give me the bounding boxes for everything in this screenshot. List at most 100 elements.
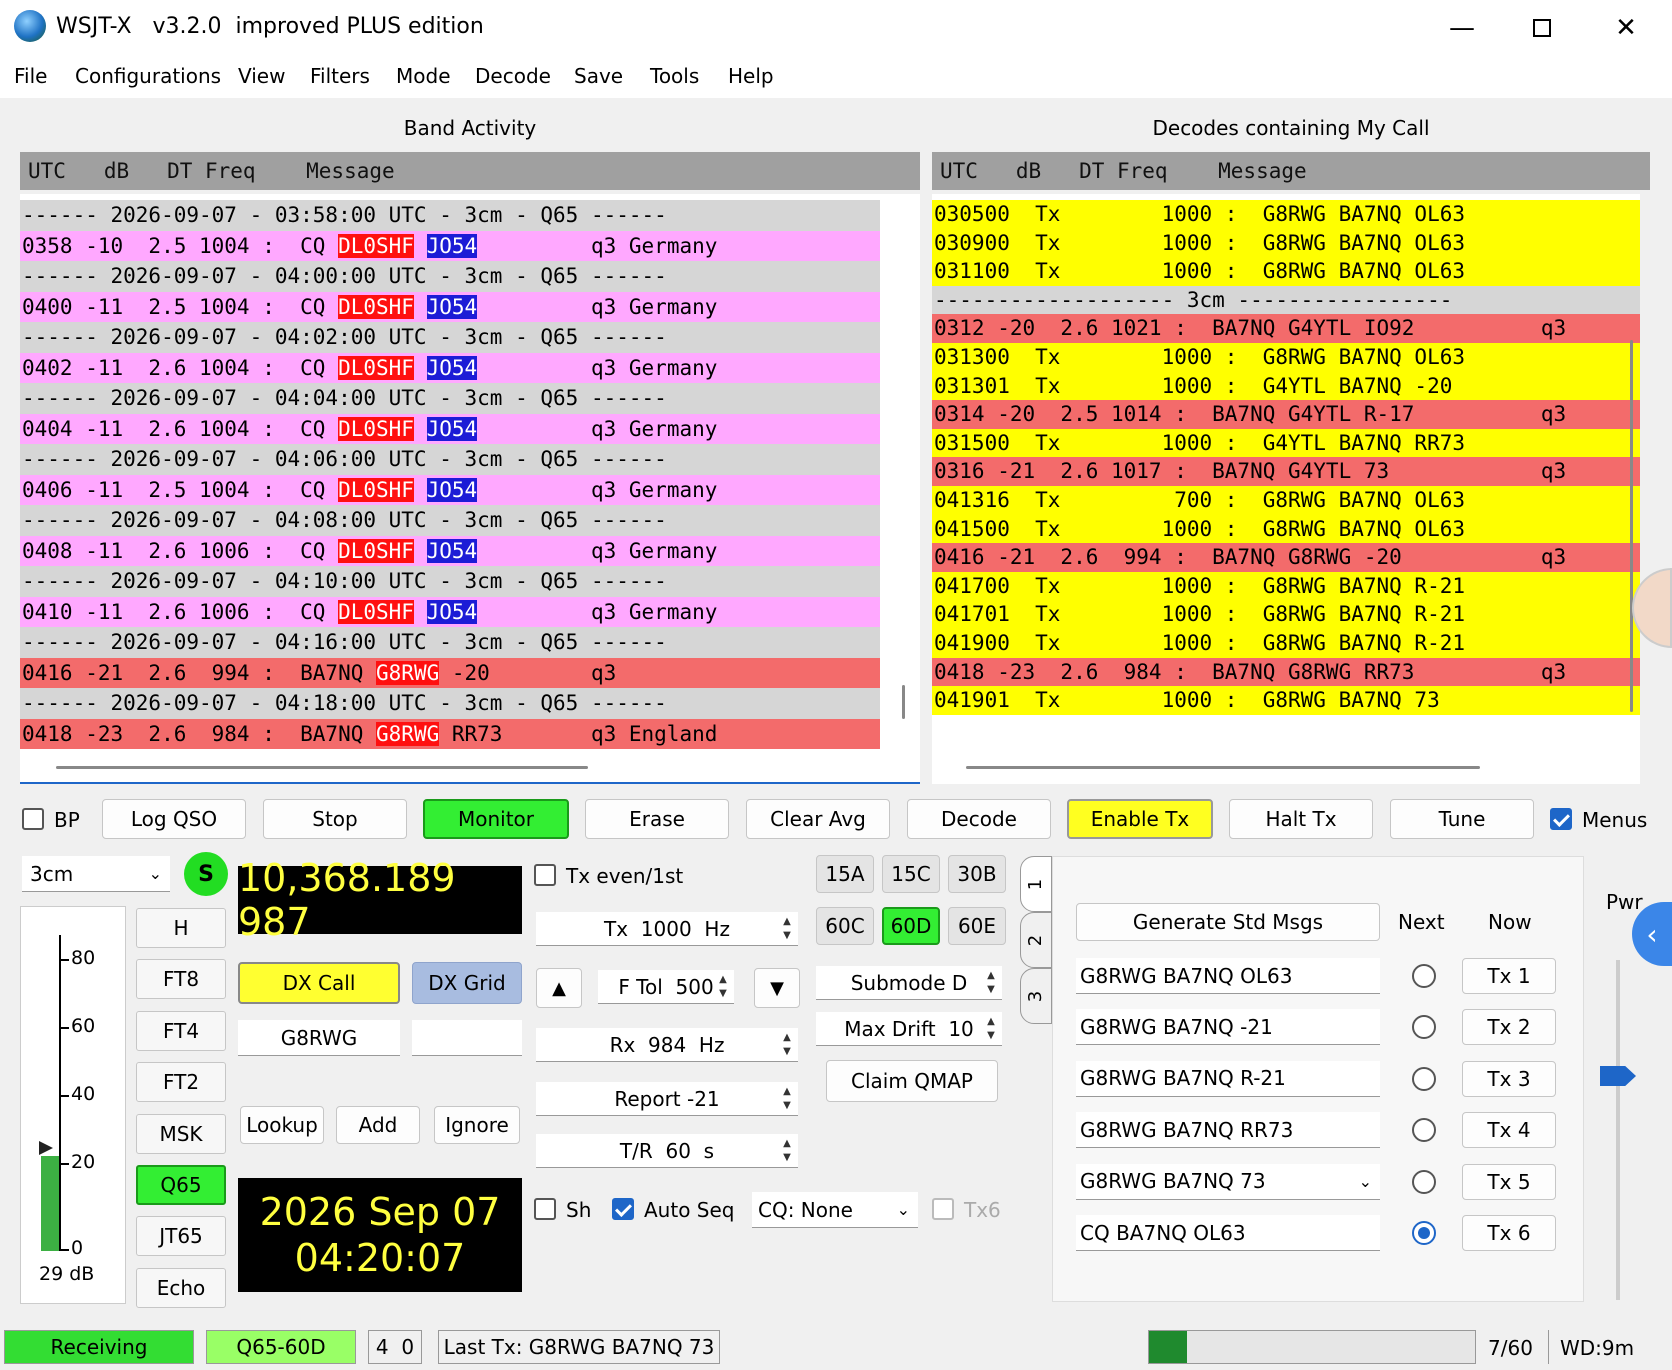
spin-arrows-icon[interactable]: ▲ ▼ bbox=[778, 912, 796, 945]
halt-tx-button[interactable]: Halt Tx bbox=[1229, 799, 1373, 839]
highlighted-callsign[interactable]: DL0SHF bbox=[338, 538, 414, 563]
band-activity-hscroll[interactable] bbox=[56, 766, 588, 769]
band-activity-vscroll[interactable] bbox=[902, 685, 905, 719]
my-call-list[interactable]: 030500 Tx 1000 : G8RWG BA7NQ OL63 030900 … bbox=[932, 194, 1640, 784]
my-call-row[interactable]: 031500 Tx 1000 : G4YTL BA7NQ RR73 bbox=[932, 428, 1640, 458]
s-meter-button[interactable]: S bbox=[184, 852, 228, 896]
tx6-next-radio[interactable] bbox=[1412, 1221, 1436, 1245]
spin-arrows-icon[interactable]: ▲ ▼ bbox=[778, 1134, 796, 1167]
mode-button-msk[interactable]: MSK bbox=[136, 1113, 226, 1154]
tx6-message-field[interactable]: CQ BA7NQ OL63 bbox=[1076, 1215, 1380, 1251]
tx1-now-button[interactable]: Tx 1 bbox=[1462, 958, 1556, 994]
tx5-next-radio[interactable] bbox=[1412, 1169, 1436, 1194]
mode-button-h[interactable]: H bbox=[136, 908, 226, 948]
band-decode-row[interactable]: 0406 -11 2.5 1004 : CQ DL0SHF JO54 q3 Ge… bbox=[20, 474, 880, 505]
menus-checkbox[interactable] bbox=[1550, 808, 1572, 830]
tx-to-rx-up-button[interactable]: ▲ bbox=[536, 968, 582, 1008]
tab-2[interactable]: 2 bbox=[1020, 912, 1052, 968]
dx-call-input[interactable]: G8RWG bbox=[238, 1020, 400, 1056]
highlighted-grid[interactable]: JO54 bbox=[426, 538, 478, 563]
tx-even-checkbox[interactable] bbox=[534, 864, 556, 886]
my-call-row[interactable]: 031300 Tx 1000 : G8RWG BA7NQ OL63 bbox=[932, 343, 1640, 372]
dx-grid-button[interactable]: DX Grid bbox=[412, 962, 522, 1004]
enable-tx-button[interactable]: Enable Tx bbox=[1067, 799, 1213, 839]
submode-button-60d[interactable]: 60D bbox=[882, 907, 940, 945]
band-separator-row[interactable]: ------ 2026-09-07 - 03:58:00 UTC - 3cm -… bbox=[20, 200, 880, 231]
tx4-message-field[interactable]: G8RWG BA7NQ RR73 bbox=[1076, 1112, 1380, 1149]
band-decode-row[interactable]: 0410 -11 2.6 1006 : CQ DL0SHF JO54 q3 Ge… bbox=[20, 596, 880, 627]
dx-grid-input[interactable] bbox=[412, 1020, 522, 1056]
mode-button-jt65[interactable]: JT65 bbox=[136, 1216, 226, 1257]
submode-button-60e[interactable]: 60E bbox=[948, 907, 1006, 945]
report-spinbox[interactable]: Report -21 ▲ ▼ bbox=[536, 1082, 798, 1116]
highlighted-callsign[interactable]: DL0SHF bbox=[338, 599, 414, 624]
mode-button-ft4[interactable]: FT4 bbox=[136, 1010, 226, 1051]
my-call-hscroll[interactable] bbox=[966, 766, 1480, 769]
log-qso-button[interactable]: Log QSO bbox=[102, 799, 246, 839]
my-call-row[interactable]: ------------------- 3cm ----------------… bbox=[932, 285, 1640, 315]
menu-mode[interactable]: Mode bbox=[396, 64, 451, 88]
band-decode-row[interactable]: 0416 -21 2.6 994 : BA7NQ G8RWG -20 q3 bbox=[20, 657, 880, 688]
tx3-next-radio[interactable] bbox=[1412, 1066, 1436, 1091]
highlighted-grid[interactable]: JO54 bbox=[426, 416, 478, 441]
menu-view[interactable]: View bbox=[238, 64, 285, 88]
rx-to-tx-down-button[interactable]: ▼ bbox=[754, 968, 800, 1008]
erase-button[interactable]: Erase bbox=[585, 799, 729, 839]
highlighted-callsign[interactable]: DL0SHF bbox=[338, 477, 414, 502]
highlighted-callsign[interactable]: DL0SHF bbox=[338, 233, 414, 258]
mode-button-ft2[interactable]: FT2 bbox=[136, 1062, 226, 1103]
band-select[interactable]: 3cm ⌄ bbox=[22, 856, 170, 892]
band-decode-row[interactable]: 0400 -11 2.5 1004 : CQ DL0SHF JO54 q3 Ge… bbox=[20, 291, 880, 322]
spin-arrows-icon[interactable]: ▲ ▼ bbox=[982, 1012, 1000, 1045]
submode-button-60c[interactable]: 60C bbox=[816, 907, 874, 945]
highlighted-callsign[interactable]: G8RWG bbox=[376, 660, 440, 685]
band-activity-list[interactable]: ------ 2026-09-07 - 03:58:00 UTC - 3cm -… bbox=[20, 194, 920, 784]
band-separator-row[interactable]: ------ 2026-09-07 - 04:16:00 UTC - 3cm -… bbox=[20, 627, 880, 658]
my-call-row[interactable]: 031301 Tx 1000 : G4YTL BA7NQ -20 bbox=[932, 371, 1640, 401]
tx4-now-button[interactable]: Tx 4 bbox=[1462, 1112, 1556, 1149]
my-call-row[interactable]: 041900 Tx 1000 : G8RWG BA7NQ R-21 bbox=[932, 629, 1640, 658]
band-separator-row[interactable]: ------ 2026-09-07 - 04:08:00 UTC - 3cm -… bbox=[20, 505, 880, 536]
highlighted-callsign[interactable]: DL0SHF bbox=[338, 416, 414, 441]
my-call-row[interactable]: 0314 -20 2.5 1014 : BA7NQ G4YTL R-17 q3 bbox=[932, 400, 1640, 429]
tx2-now-button[interactable]: Tx 2 bbox=[1462, 1009, 1556, 1046]
highlighted-grid[interactable]: JO54 bbox=[426, 294, 478, 319]
ftol-spinbox[interactable]: F Tol 500 ▲ ▼ bbox=[598, 970, 734, 1004]
band-separator-row[interactable]: ------ 2026-09-07 - 04:00:00 UTC - 3cm -… bbox=[20, 261, 880, 292]
highlighted-grid[interactable]: JO54 bbox=[426, 355, 478, 380]
tab-3[interactable]: 3 bbox=[1020, 968, 1052, 1024]
my-call-row[interactable]: 0312 -20 2.6 1021 : BA7NQ G4YTL IO92 q3 bbox=[932, 314, 1640, 343]
spin-arrows-icon[interactable]: ▲ ▼ bbox=[982, 966, 1000, 999]
dx-call-button[interactable]: DX Call bbox=[238, 962, 400, 1004]
band-separator-row[interactable]: ------ 2026-09-07 - 04:18:00 UTC - 3cm -… bbox=[20, 688, 880, 719]
menu-configurations[interactable]: Configurations bbox=[75, 64, 221, 88]
submode-button-15a[interactable]: 15A bbox=[816, 855, 874, 893]
highlighted-callsign[interactable]: DL0SHF bbox=[338, 355, 414, 380]
claim-qmap-button[interactable]: Claim QMAP bbox=[826, 1060, 998, 1102]
tx4-next-radio[interactable] bbox=[1412, 1118, 1436, 1143]
my-call-row[interactable]: 041700 Tx 1000 : G8RWG BA7NQ R-21 bbox=[932, 571, 1640, 601]
my-call-row[interactable]: 041901 Tx 1000 : G8RWG BA7NQ 73 bbox=[932, 686, 1640, 715]
generate-std-msgs-button[interactable]: Generate Std Msgs bbox=[1076, 903, 1380, 941]
tx3-message-field[interactable]: G8RWG BA7NQ R-21 bbox=[1076, 1060, 1380, 1097]
highlighted-grid[interactable]: JO54 bbox=[426, 233, 478, 258]
tx5-now-button[interactable]: Tx 5 bbox=[1462, 1163, 1556, 1200]
my-call-row[interactable]: 041701 Tx 1000 : G8RWG BA7NQ R-21 bbox=[932, 600, 1640, 629]
max-drift-spinbox[interactable]: Max Drift 10 ▲ ▼ bbox=[816, 1012, 1002, 1046]
band-separator-row[interactable]: ------ 2026-09-07 - 04:04:00 UTC - 3cm -… bbox=[20, 383, 880, 414]
submode-spinbox[interactable]: Submode D ▲ ▼ bbox=[816, 966, 1002, 1000]
mode-button-q65[interactable]: Q65 bbox=[136, 1165, 226, 1205]
tx1-message-field[interactable]: G8RWG BA7NQ OL63 bbox=[1076, 958, 1380, 994]
monitor-button[interactable]: Monitor bbox=[423, 799, 569, 839]
add-button[interactable]: Add bbox=[336, 1106, 420, 1144]
menu-decode[interactable]: Decode bbox=[475, 64, 551, 88]
mode-button-echo[interactable]: Echo bbox=[136, 1267, 226, 1308]
my-call-row[interactable]: 041500 Tx 1000 : G8RWG BA7NQ OL63 bbox=[932, 514, 1640, 544]
my-call-vscroll[interactable] bbox=[1630, 340, 1633, 712]
band-separator-row[interactable]: ------ 2026-09-07 - 04:10:00 UTC - 3cm -… bbox=[20, 566, 880, 597]
band-decode-row[interactable]: 0404 -11 2.6 1004 : CQ DL0SHF JO54 q3 Ge… bbox=[20, 413, 880, 444]
tr-period-spinbox[interactable]: T/R 60 s ▲ ▼ bbox=[536, 1134, 798, 1168]
frequency-display[interactable]: 10,368.189 987 bbox=[238, 856, 522, 944]
mode-button-ft8[interactable]: FT8 bbox=[136, 959, 226, 1000]
cq-select[interactable]: CQ: None ⌄ bbox=[752, 1192, 918, 1228]
